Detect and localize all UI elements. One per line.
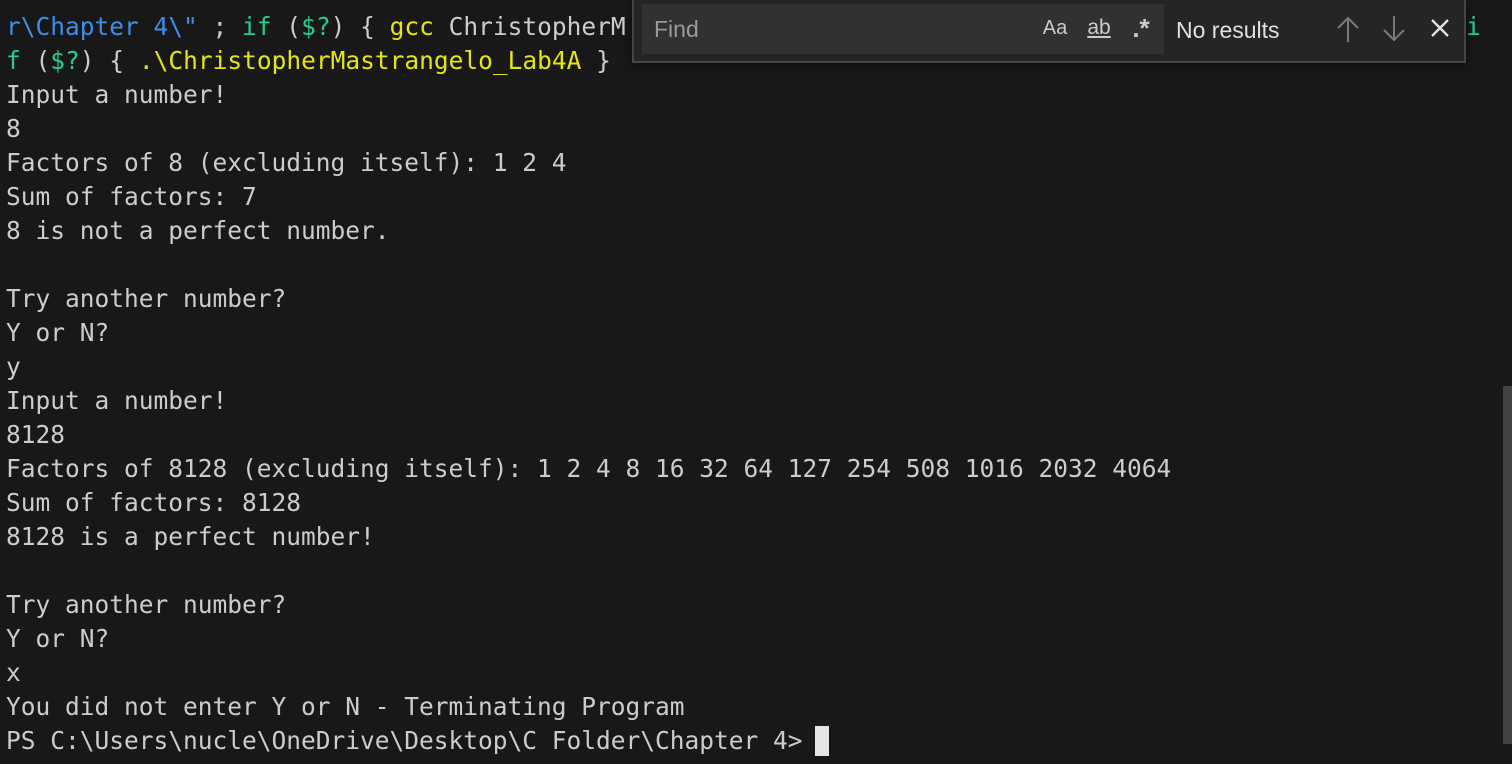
next-match-button[interactable] (1376, 10, 1412, 48)
terminal-panel[interactable]: r\Chapter 4\" ; if ($?) { gcc Christophe… (0, 0, 1512, 764)
command-line-2: f ($?) { .\ChristopherMastrangelo_Lab4A … (6, 44, 611, 78)
text-cursor (814, 726, 829, 756)
output-line: 8128 (6, 420, 66, 449)
match-case-toggle[interactable]: Aa (1038, 8, 1072, 48)
output-line: Y or N? (6, 318, 110, 347)
command-line-1: r\Chapter 4\" ; if ($?) { gcc Christophe… (6, 10, 626, 44)
close-icon (1431, 19, 1449, 37)
output-line: y (6, 352, 21, 381)
output-line: Input a number! (6, 80, 228, 109)
command-status-var: $? (301, 12, 331, 41)
output-line: Input a number! (6, 386, 228, 415)
output-line: 8128 is a perfect number! (6, 522, 375, 551)
output-line: Try another number? (6, 590, 287, 619)
output-line: Sum of factors: 7 (6, 182, 257, 211)
command-gcc: gcc (389, 12, 434, 41)
close-find-button[interactable] (1422, 10, 1458, 48)
output-line: You did not enter Y or N - Terminating P… (6, 692, 685, 721)
output-line: Factors of 8 (excluding itself): 1 2 4 (6, 148, 567, 177)
command-path-fragment: r\Chapter 4\" (6, 12, 198, 41)
right-fragment-text: i (1466, 12, 1481, 41)
command-status-var-2: $? (50, 46, 80, 75)
output-line: Factors of 8128 (excluding itself): 1 2 … (6, 454, 1172, 483)
arrow-down-icon (1383, 16, 1405, 42)
command-brace-close: } (581, 46, 611, 75)
output-line: 8 (6, 114, 21, 143)
command-keyword-if: if (242, 12, 272, 41)
find-results-status: No results (1176, 17, 1280, 43)
output-line: x (6, 658, 21, 687)
vertical-scrollbar[interactable] (1503, 386, 1512, 744)
previous-match-button[interactable] (1330, 10, 1366, 48)
shell-prompt: PS C:\Users\nucle\OneDrive\Desktop\C Fol… (6, 726, 803, 755)
output-line: Try another number? (6, 284, 287, 313)
arrow-up-icon (1337, 16, 1359, 42)
command-line-1-right-fragment: i (1466, 10, 1481, 44)
command-paren: ( (271, 12, 302, 41)
find-widget: Aa ab .* No results (632, 0, 1466, 63)
command-file-arg: ChristopherM (433, 12, 626, 41)
command-paren-2: ( (20, 46, 51, 75)
shell-prompt-line[interactable]: PS C:\Users\nucle\OneDrive\Desktop\C Fol… (6, 724, 829, 758)
output-line: 8 is not a perfect number. (6, 216, 390, 245)
output-line: Y or N? (6, 624, 110, 653)
command-separator: ; (197, 12, 243, 41)
command-executable: .\ChristopherMastrangelo_Lab4A (138, 46, 582, 75)
output-line: Sum of factors: 8128 (6, 488, 302, 517)
command-keyword-if-tail: f (6, 46, 21, 75)
command-brace-2: ) { (79, 46, 139, 75)
command-brace: ) { (330, 12, 390, 41)
match-whole-word-toggle[interactable]: ab (1080, 8, 1118, 48)
regex-toggle[interactable]: .* (1124, 8, 1158, 48)
